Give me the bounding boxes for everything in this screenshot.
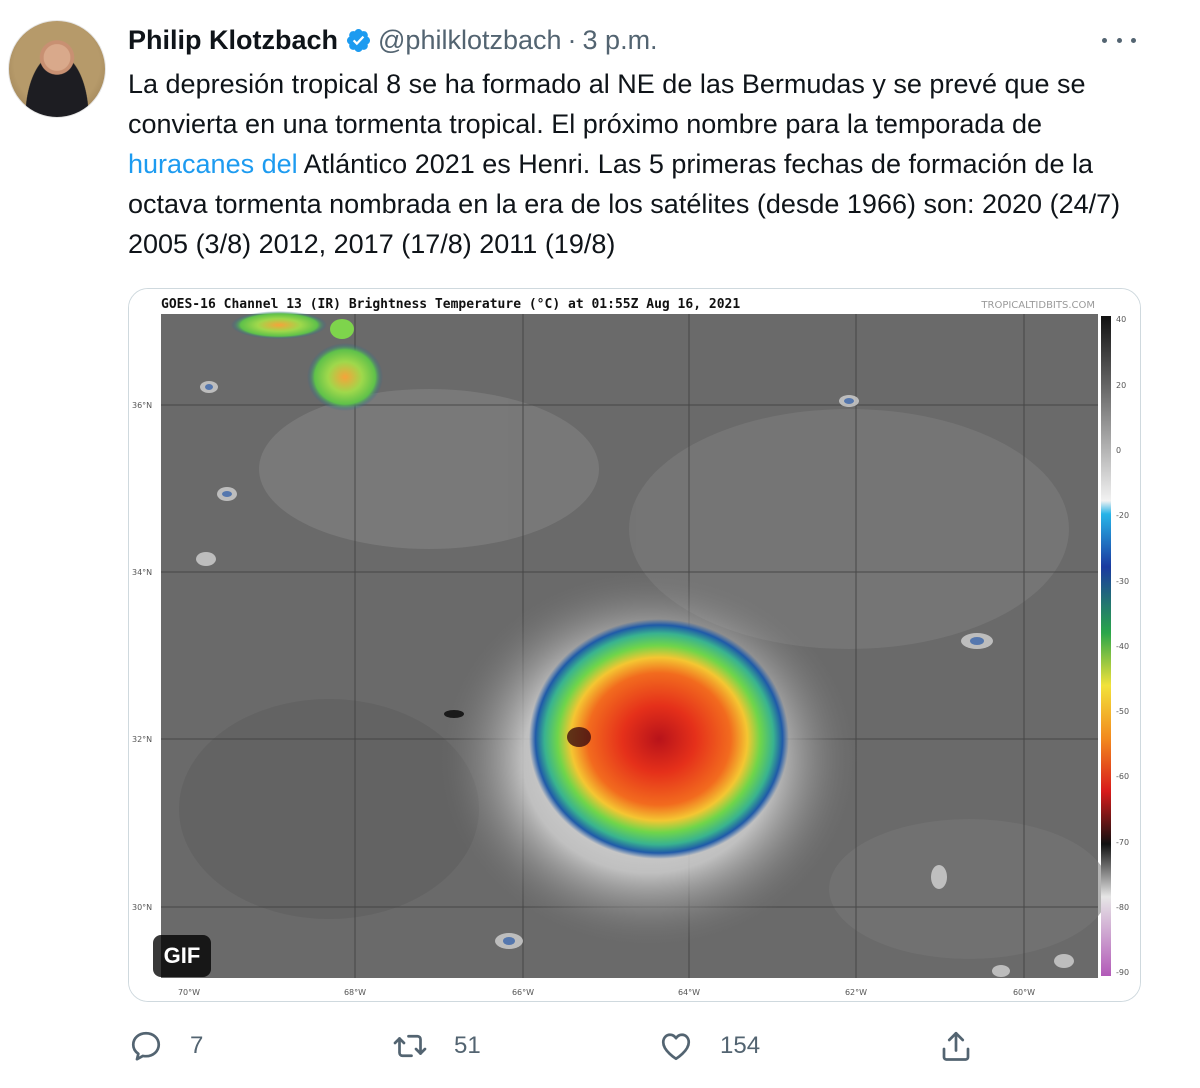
lon-label: 66°W [512,988,534,997]
scale-label: -90 [1116,968,1129,977]
cloud-cluster [307,343,383,411]
author-name[interactable]: Philip Klotzbach [128,25,338,56]
tweet-media[interactable]: GOES-16 Channel 13 (IR) Brightness Tempe… [128,288,1141,1002]
lat-label: 32°N [132,735,152,744]
lon-label: 60°W [1013,988,1035,997]
like-icon [661,1033,691,1061]
image-title: GOES-16 Channel 13 (IR) Brightness Tempe… [161,297,740,312]
verified-icon [346,28,371,52]
hashtag-link[interactable]: huracanes del [128,149,298,179]
tweet-actions: 7 51 154 [128,1024,1158,1068]
tweet-text-start: La depresión tropical 8 se ha formado al… [128,69,1086,139]
lat-label: 34°N [132,568,152,577]
share-button[interactable] [938,1024,1000,1068]
scale-label: -30 [1116,577,1129,586]
tweet-header: Philip Klotzbach @philklotzbach · 3 p.m. [128,22,658,58]
header-separator: · [567,24,577,55]
image-credit: TROPICALTIDBITS.COM [980,300,1095,311]
scale-label: -60 [1116,772,1129,781]
author-avatar[interactable] [8,20,106,118]
scale-label: 20 [1116,381,1126,390]
retweet-icon [393,1034,427,1058]
scale-label: -20 [1116,511,1129,520]
satellite-image: GOES-16 Channel 13 (IR) Brightness Tempe… [129,289,1140,1001]
temperature-color-scale [1101,316,1111,976]
lat-label: 30°N [132,903,152,912]
scale-label: 40 [1116,315,1126,324]
lon-label: 62°W [845,988,867,997]
like-count: 154 [720,1032,761,1059]
share-icon [942,1031,970,1061]
retweet-button[interactable]: 51 [392,1024,481,1068]
retweet-count: 51 [454,1032,481,1059]
scale-label: -80 [1116,903,1129,912]
gif-badge: GIF [153,935,211,977]
lon-label: 70°W [178,988,200,997]
scale-label: -50 [1116,707,1129,716]
author-handle[interactable]: @philklotzbach [378,25,562,56]
like-button[interactable]: 154 [658,1024,760,1068]
reply-count: 7 [190,1032,204,1059]
reply-button[interactable]: 7 [128,1024,203,1068]
scale-label: -40 [1116,642,1129,651]
lon-label: 68°W [344,988,366,997]
lon-label: 64°W [678,988,700,997]
lat-label: 36°N [132,401,152,410]
reply-icon [131,1031,161,1061]
more-icon[interactable] [1102,26,1136,54]
tweet-text: La depresión tropical 8 se ha formado al… [128,64,1158,264]
scale-label: -70 [1116,838,1129,847]
tweet-timestamp[interactable]: 3 p.m. [583,25,658,56]
scale-label: 0 [1116,446,1121,455]
